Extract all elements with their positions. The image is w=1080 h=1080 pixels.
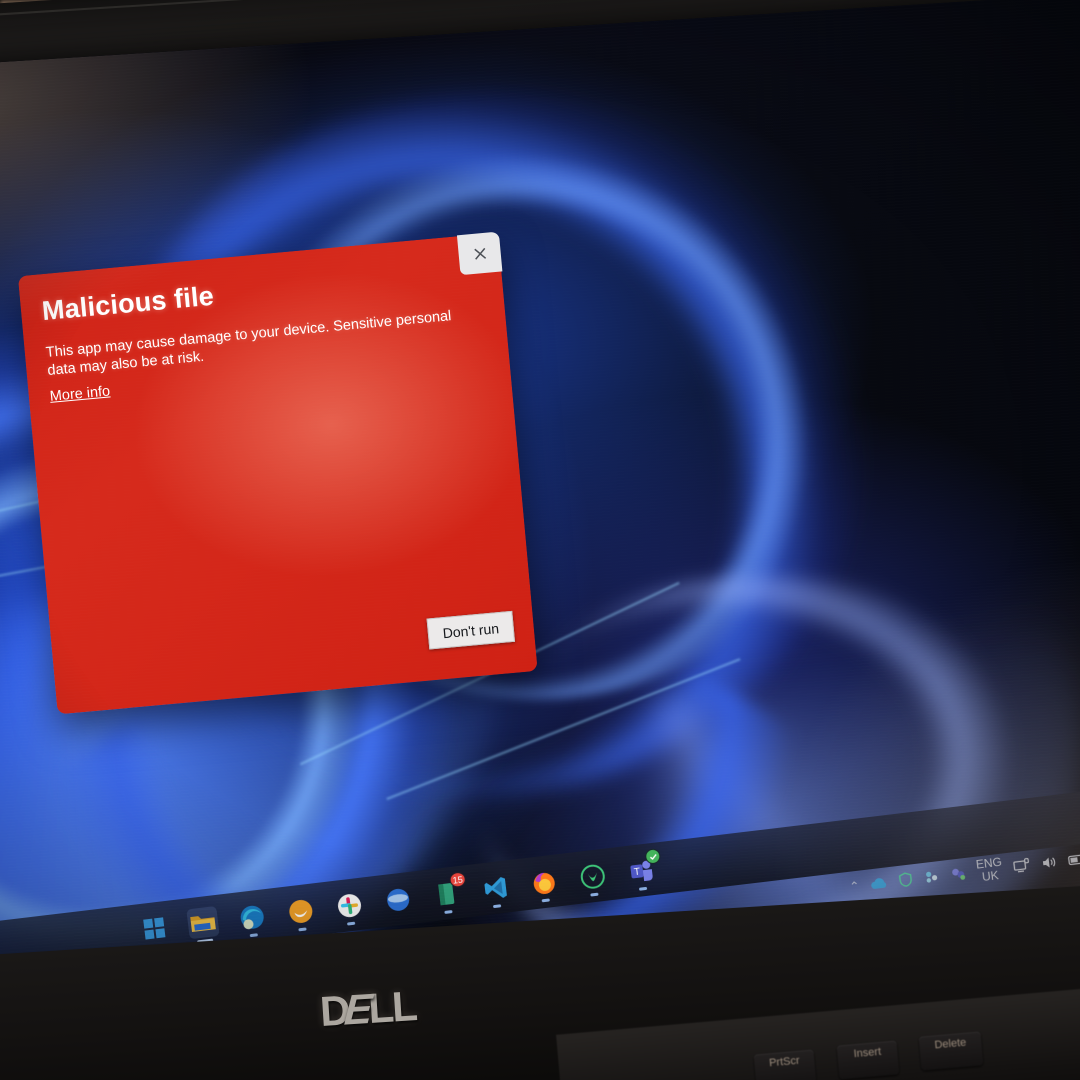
battery-icon[interactable] xyxy=(1067,852,1080,868)
sphere-icon xyxy=(386,888,409,911)
check-icon xyxy=(649,853,657,860)
status-badge xyxy=(644,848,662,865)
key-insert[interactable]: Insert xyxy=(836,1040,900,1080)
firefox-icon xyxy=(533,872,555,894)
microsoft-edge-button[interactable] xyxy=(235,900,268,938)
more-info-link[interactable]: More info xyxy=(49,383,111,404)
running-indicator xyxy=(249,933,258,938)
shield-icon[interactable] xyxy=(897,872,914,889)
slack-icon xyxy=(337,893,361,917)
green-app-button[interactable] xyxy=(576,860,609,897)
close-button[interactable] xyxy=(456,231,503,276)
planner-app-button[interactable]: 15 xyxy=(430,871,467,914)
onedrive-icon[interactable] xyxy=(870,876,889,892)
language-region: UK xyxy=(981,868,1000,885)
running-indicator xyxy=(444,910,453,914)
settings-icon[interactable] xyxy=(923,869,940,886)
language-indicator[interactable]: ENG UK xyxy=(975,855,1004,885)
file-explorer-button[interactable] xyxy=(186,905,220,944)
laptop-screen: Malicious file This app may cause damage… xyxy=(0,0,1080,976)
key-delete[interactable]: Delete xyxy=(918,1031,984,1071)
slack-app-button[interactable] xyxy=(332,889,365,926)
edge-icon xyxy=(240,905,264,929)
close-icon xyxy=(473,247,486,260)
dont-run-button[interactable]: Don't run xyxy=(426,610,516,650)
orange-app-button[interactable] xyxy=(284,894,317,932)
running-indicator xyxy=(298,927,307,932)
bird-icon xyxy=(288,899,312,923)
dell-logo-text: DELL xyxy=(318,982,418,1035)
key-prtscr[interactable]: PrtScr xyxy=(753,1049,817,1080)
vs-code-button[interactable] xyxy=(478,871,511,909)
photograph-of-laptop: Malicious file This app may cause damage… xyxy=(0,0,1080,1080)
volume-icon[interactable] xyxy=(1040,855,1058,872)
running-indicator xyxy=(492,904,502,909)
start-button[interactable] xyxy=(138,912,171,945)
notification-badge: 15 xyxy=(448,871,467,889)
microsoft-teams-button[interactable]: T xyxy=(624,848,662,891)
running-indicator xyxy=(541,898,550,903)
firefox-button[interactable] xyxy=(527,865,560,903)
svg-text:T: T xyxy=(633,866,640,878)
dialog-title: Malicious file xyxy=(40,280,216,327)
folder-icon xyxy=(190,916,216,933)
malicious-file-dialog[interactable]: Malicious file This app may cause damage… xyxy=(17,231,538,715)
windows-icon xyxy=(143,917,166,940)
running-indicator xyxy=(638,886,648,891)
blue-circle-app-button[interactable] xyxy=(381,883,414,916)
dell-logo: DELL xyxy=(319,982,417,1036)
vscode-icon xyxy=(483,876,507,898)
running-indicator xyxy=(346,921,356,926)
green-circle-icon xyxy=(580,864,605,889)
teams-tray-icon[interactable] xyxy=(949,866,967,883)
show-hidden-icons-chevron[interactable]: ⌃ xyxy=(849,879,861,894)
network-icon[interactable] xyxy=(1012,858,1031,875)
running-indicator xyxy=(590,892,599,897)
